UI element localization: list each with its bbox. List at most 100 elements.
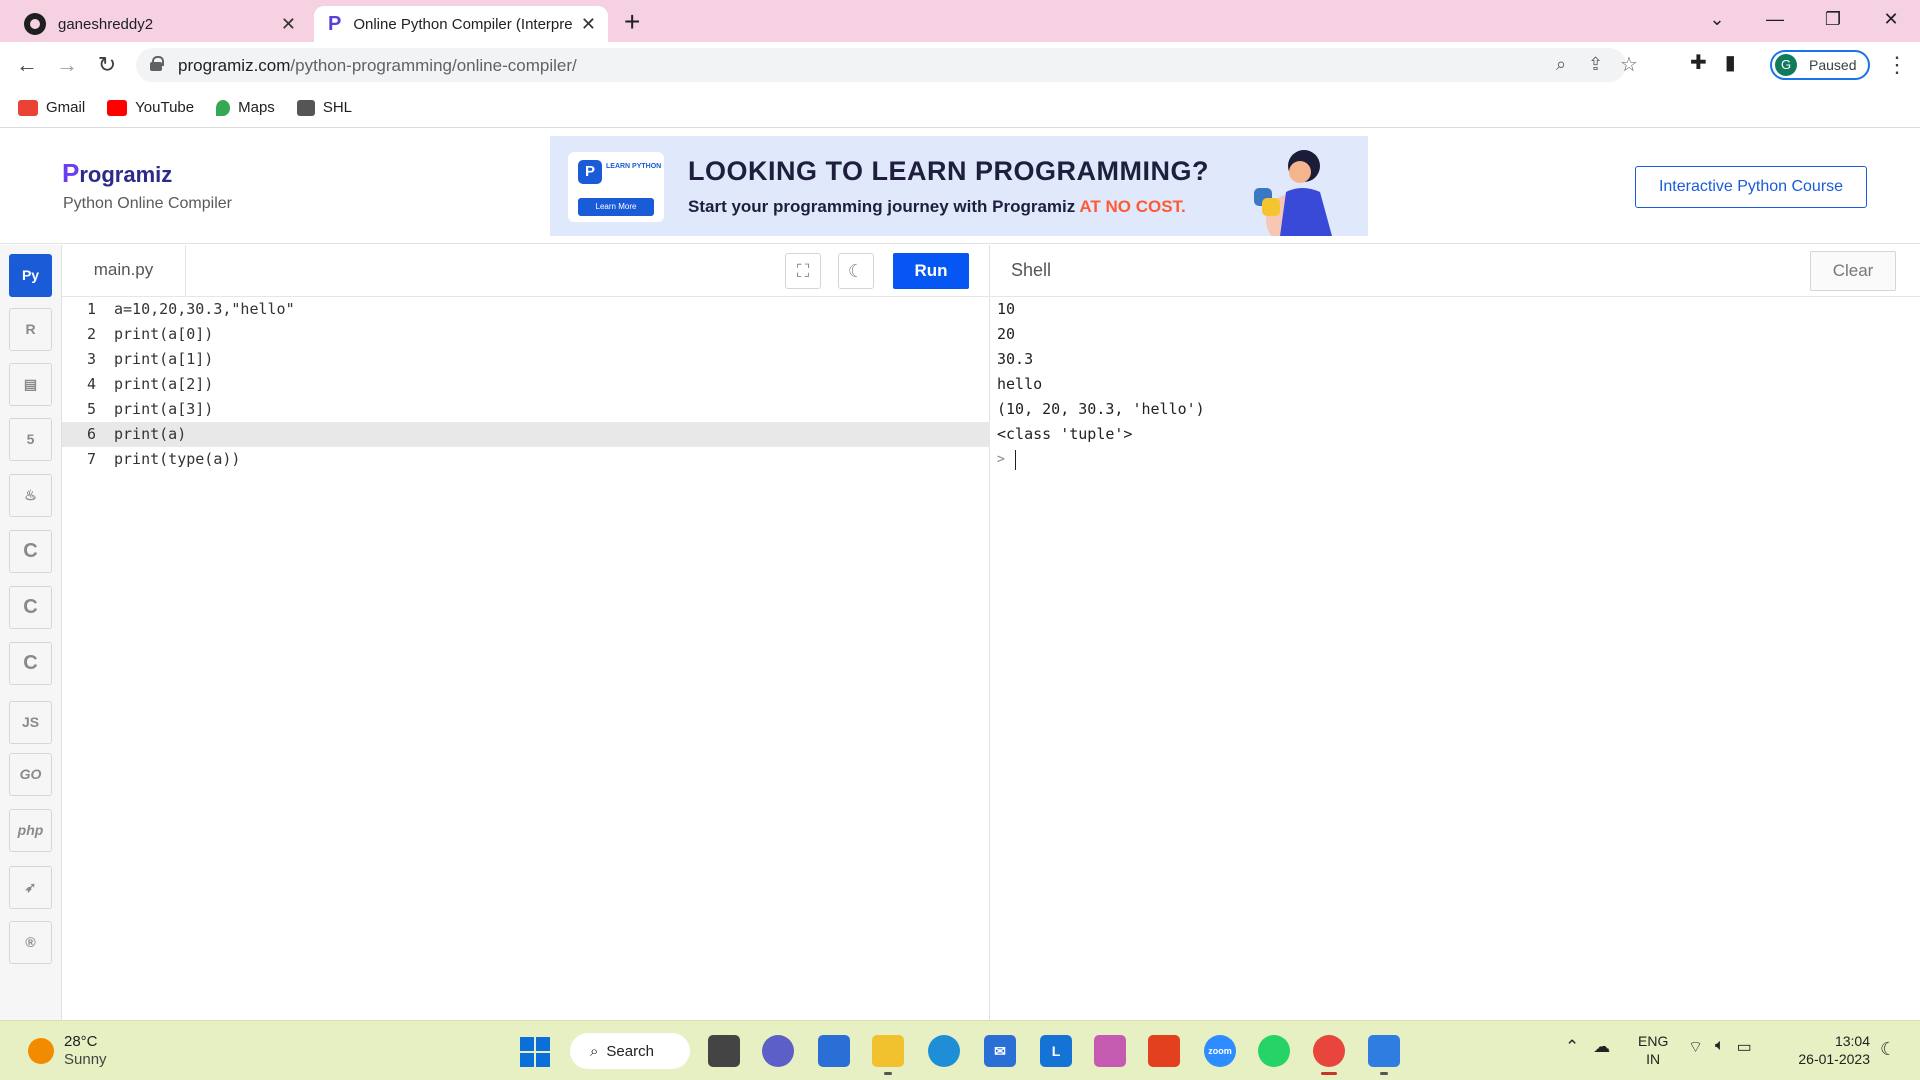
side-panel-icon[interactable]: ▮ — [1725, 50, 1736, 75]
reload-icon[interactable]: ↻ — [92, 50, 122, 80]
notification-icon[interactable]: ☾ — [1880, 1039, 1896, 1060]
mail-icon[interactable]: ✉ — [984, 1035, 1016, 1067]
shell-toolbar: Shell Clear — [990, 245, 1920, 297]
bookmark-maps[interactable]: Maps — [216, 99, 275, 116]
back-icon[interactable]: ← — [12, 50, 42, 80]
lang-csharp-icon[interactable]: C — [9, 642, 52, 685]
close-tab-icon[interactable]: ✕ — [581, 14, 596, 35]
onedrive-icon[interactable]: ☁ — [1593, 1037, 1610, 1057]
taskbar-search[interactable]: ⌕ Search — [570, 1033, 690, 1069]
notes-app-icon[interactable]: L — [1040, 1035, 1072, 1067]
shell-panel: Shell Clear 10 20 30.3 hello (10, 20, 30.3, … — [990, 245, 1920, 1020]
code-line[interactable]: 2 print(a[0]) — [62, 322, 990, 347]
office-icon[interactable] — [1148, 1035, 1180, 1067]
close-tab-icon[interactable]: ✕ — [281, 14, 296, 35]
avatar: G — [1775, 54, 1797, 76]
lang-cpp-icon[interactable]: C — [9, 586, 52, 629]
task-view-icon[interactable] — [708, 1035, 740, 1067]
close-window-icon[interactable]: ✕ — [1862, 0, 1920, 42]
file-tab[interactable]: main.py — [62, 245, 186, 297]
weather-widget[interactable]: 28°C Sunny — [28, 1033, 107, 1069]
battery-icon[interactable]: ▭ — [1737, 1037, 1752, 1057]
volume-icon[interactable]: 🔈︎ — [1715, 1037, 1725, 1057]
code-line[interactable]: 1 a=10,20,30.3,"hello" — [62, 297, 990, 322]
lang-rust-icon[interactable]: ® — [9, 921, 52, 964]
teams-chat-icon[interactable] — [762, 1035, 794, 1067]
edge-icon[interactable] — [928, 1035, 960, 1067]
code-line[interactable]: 3 print(a[1]) — [62, 347, 990, 372]
lang-sql-icon[interactable]: ▤ — [9, 363, 52, 406]
app-icon[interactable] — [1094, 1035, 1126, 1067]
address-bar[interactable]: programiz.com/python-programming/online-… — [136, 48, 1638, 82]
lang-php-icon[interactable]: php — [9, 809, 52, 852]
search-icon: ⌕ — [590, 1042, 599, 1060]
lang-java-icon[interactable]: ♨ — [9, 474, 52, 517]
window-controls: ⌄ — ❐ ✕ — [1688, 0, 1920, 42]
store-icon[interactable] — [818, 1035, 850, 1067]
url-text[interactable]: programiz.com/python-programming/online-… — [178, 56, 577, 76]
bookmark-label: SHL — [322, 99, 352, 116]
code-line[interactable]: 5 print(a[3]) — [62, 397, 990, 422]
more-menu-icon[interactable]: ⋮ — [1886, 52, 1908, 78]
shell-title: Shell — [1011, 260, 1052, 280]
code-line[interactable]: 7 print(type(a)) — [62, 447, 990, 472]
zoom-icon[interactable]: ⌕ — [1556, 54, 1566, 75]
lang-html-icon[interactable]: 5 — [9, 418, 52, 461]
youtube-icon — [107, 99, 128, 116]
editor-toolbar: main.py ⛶ ☾ Run — [62, 245, 990, 297]
bookmark-shl[interactable]: SHL — [296, 99, 352, 116]
dark-mode-icon[interactable]: ☾ — [838, 253, 874, 289]
bookmark-youtube[interactable]: YouTube — [107, 99, 194, 116]
promo-banner[interactable]: P LEARN PYTHON Learn More LOOKING TO LEA… — [550, 136, 1368, 236]
lock-icon[interactable] — [150, 56, 164, 71]
chevron-up-icon[interactable]: ⌃ — [1565, 1037, 1579, 1057]
tab-search-icon[interactable]: ⌄ — [1688, 0, 1746, 42]
windows-start-icon[interactable] — [520, 1037, 550, 1067]
code-text: print(type(a)) — [114, 450, 241, 468]
shell-output[interactable]: 10 20 30.3 hello (10, 20, 30.3, 'hello') <cla… — [997, 297, 1205, 472]
tab-github[interactable]: ganeshreddy2 ✕ — [8, 6, 308, 42]
lang-js-icon[interactable]: JS — [9, 701, 52, 744]
clear-button[interactable]: Clear — [1810, 251, 1896, 291]
tab-programiz[interactable]: P Online Python Compiler (Interpreter) ✕ — [314, 6, 608, 42]
code-area[interactable]: 1 a=10,20,30.3,"hello" 2 print(a[0]) 3 print(… — [62, 297, 990, 472]
interactive-python-course-button[interactable]: Interactive Python Course — [1635, 166, 1867, 208]
bookmark-gmail[interactable]: Gmail — [18, 99, 85, 116]
bookmark-star-icon[interactable]: ☆ — [1620, 52, 1638, 77]
tab-title: Online Python Compiler (Interpreter) — [353, 15, 574, 33]
lang-python-icon[interactable]: Py — [9, 254, 52, 297]
wifi-icon[interactable]: ⌔ — [1688, 1037, 1703, 1057]
language-sidebar: Py R ▤ 5 ♨ C C C JS GO php ➶ ® — [0, 245, 62, 1020]
lang-swift-icon[interactable]: ➶ — [9, 866, 52, 909]
minimize-icon[interactable]: — — [1746, 0, 1804, 42]
bookmark-label: Gmail — [46, 99, 86, 116]
profile-button[interactable]: G Paused — [1770, 50, 1870, 80]
output-line: 10 — [997, 300, 1016, 318]
code-line[interactable]: 6 print(a) — [62, 422, 990, 447]
learn-more-button[interactable]: Learn More — [578, 198, 654, 216]
whatsapp-icon[interactable] — [1258, 1035, 1290, 1067]
lang-r-icon[interactable]: R — [9, 308, 52, 351]
clock[interactable]: 13:04 26-01-2023 — [1786, 1032, 1870, 1068]
programiz-logo[interactable]: Programiz — [62, 158, 172, 189]
language-indicator[interactable]: ENG IN — [1638, 1032, 1668, 1068]
file-explorer-icon[interactable] — [872, 1035, 904, 1075]
extensions-icon[interactable]: ✚ — [1690, 50, 1707, 75]
chrome-icon[interactable] — [1313, 1035, 1345, 1075]
forward-icon[interactable]: → — [52, 50, 82, 80]
code-line[interactable]: 4 print(a[2]) — [62, 372, 990, 397]
code-text: print(a[3]) — [114, 400, 214, 418]
banner-illustration — [1254, 150, 1332, 236]
shell-prompt[interactable]: > — [997, 447, 1205, 472]
restore-icon[interactable]: ❐ — [1804, 0, 1862, 42]
fullscreen-icon[interactable]: ⛶ — [785, 253, 821, 289]
notepad-icon[interactable] — [1368, 1035, 1400, 1075]
share-icon[interactable]: ⇪ — [1588, 54, 1603, 75]
lang-go-icon[interactable]: GO — [9, 753, 52, 796]
new-tab-button[interactable]: + — [624, 6, 640, 38]
zoom-app-icon[interactable]: zoom — [1204, 1035, 1236, 1067]
code-text: print(a[2]) — [114, 375, 214, 393]
run-button[interactable]: Run — [893, 253, 969, 289]
lang-c-icon[interactable]: C — [9, 530, 52, 573]
line-number: 3 — [86, 350, 96, 368]
